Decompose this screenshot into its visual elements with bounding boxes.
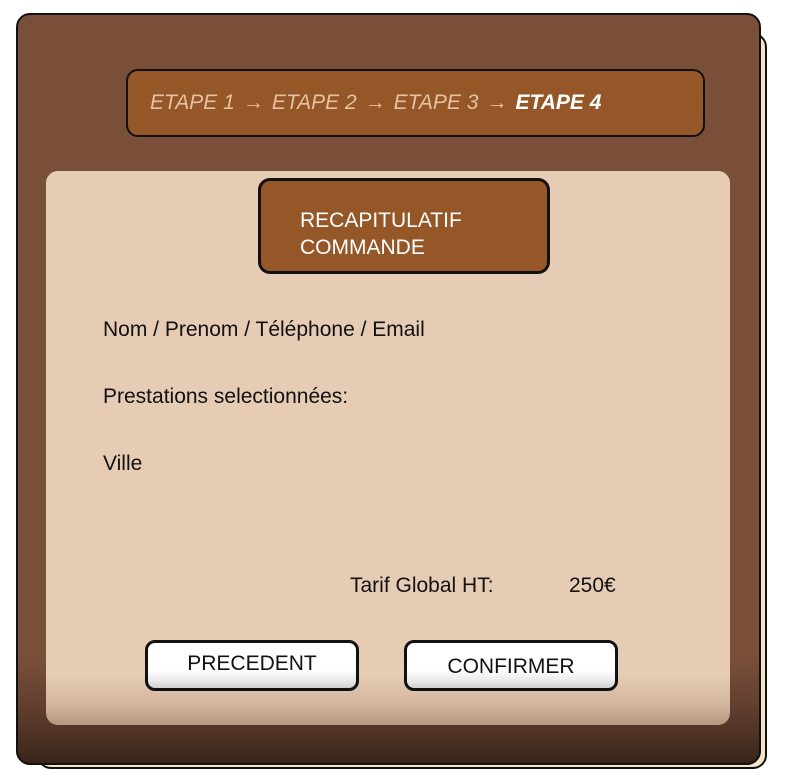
summary-title-line-2: COMMANDE — [300, 236, 425, 259]
confirm-button[interactable]: CONFIRMER — [404, 640, 618, 691]
city-label: Ville — [103, 452, 143, 475]
summary-title-line-1: RECAPITULATIF — [300, 209, 462, 232]
arrow-right-icon: → — [364, 91, 386, 114]
step-1: ETAPE 1 — [150, 91, 235, 114]
step-3: ETAPE 3 — [393, 91, 479, 114]
step-progress-bar: ETAPE 1 → ETAPE 2 → ETAPE 3 → ETAPE 4 — [126, 69, 705, 137]
total-price-label: Tarif Global HT: — [350, 574, 494, 597]
previous-button[interactable]: PRECEDENT — [145, 640, 359, 691]
step-2: ETAPE 2 — [271, 91, 357, 114]
total-price-value: 250€ — [569, 574, 616, 597]
arrow-right-icon: → — [486, 91, 508, 114]
arrow-right-icon: → — [242, 91, 264, 114]
summary-title: RECAPITULATIF COMMANDE — [258, 178, 550, 274]
customer-info-label: Nom / Prenom / Téléphone / Email — [103, 318, 425, 341]
step-4-current: ETAPE 4 — [515, 91, 602, 114]
selected-services-label: Prestations selectionnées: — [103, 385, 349, 408]
